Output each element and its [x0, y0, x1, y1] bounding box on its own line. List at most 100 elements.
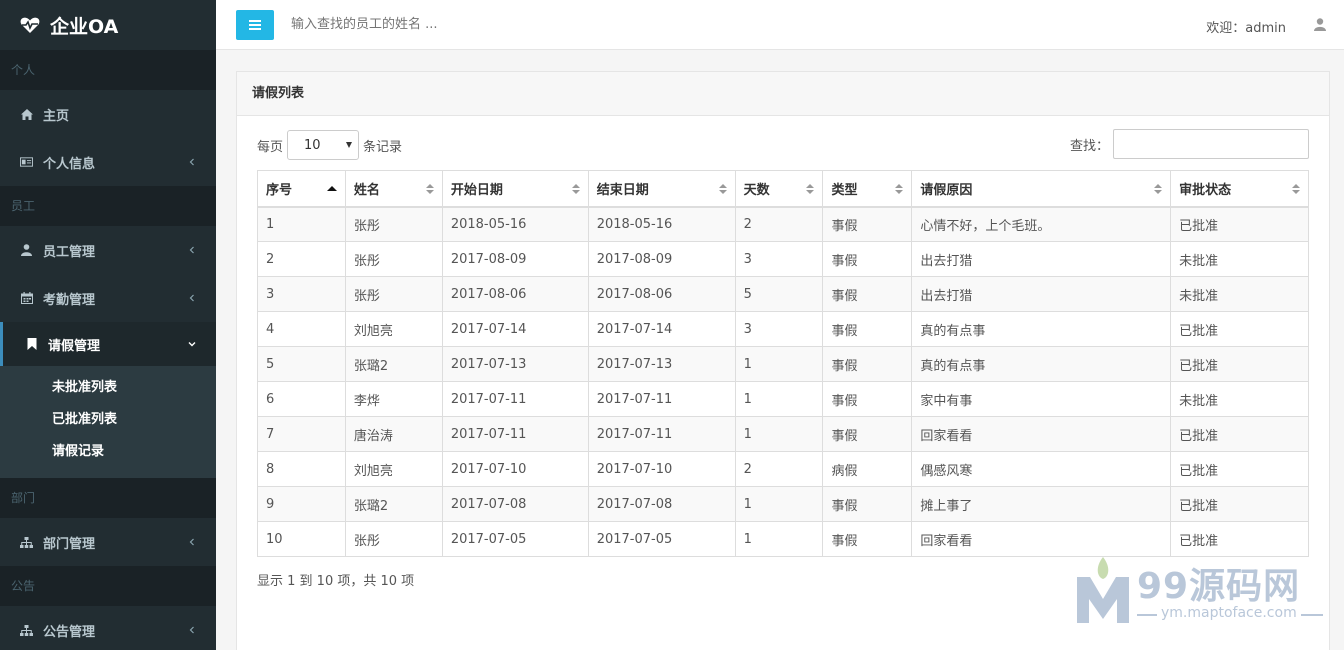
- sort-both-icon: [806, 184, 815, 194]
- employee-search-input[interactable]: [291, 9, 711, 40]
- leave-table: 序号 姓名 开始日期 结束日期 天数 类型 请假原因 审批状态 1 张彤 2018-05-16 20…: [257, 170, 1309, 557]
- table-cell: 家中有事: [911, 381, 1172, 417]
- table-cell: 事假: [822, 241, 913, 277]
- sidebar-item-profile[interactable]: 个人信息: [0, 138, 216, 186]
- table-row[interactable]: 8 刘旭亮 2017-07-10 2017-07-10 2 病假 偶感风寒 已批准: [257, 451, 1309, 487]
- sitemap-icon: [20, 624, 33, 637]
- column-header-label: 天数: [743, 182, 770, 198]
- table-cell: 2017-07-10: [441, 451, 589, 487]
- table-cell: 已批准: [1170, 451, 1309, 487]
- column-header-label: 序号: [266, 182, 293, 198]
- sidebar-item-home[interactable]: 主页: [0, 90, 216, 138]
- sidebar-item-departments[interactable]: 部门管理: [0, 518, 216, 566]
- table-cell: 10: [257, 521, 346, 557]
- column-header[interactable]: 请假原因: [911, 170, 1172, 208]
- sort-both-icon: [571, 184, 580, 194]
- caret-down-icon: [346, 142, 353, 148]
- chevron-left-icon: [189, 158, 194, 166]
- column-header-label: 类型: [831, 182, 858, 198]
- table-cell: 2017-07-14: [587, 311, 736, 347]
- perpage-prefix: 每页: [257, 139, 284, 155]
- watermark-logo: 99源码网 ym.maptoface.com: [1075, 555, 1325, 625]
- brand[interactable]: 企业OA: [0, 0, 216, 50]
- submenu-unapproved[interactable]: 未批准列表: [0, 372, 216, 404]
- table-cell: 6: [257, 381, 346, 417]
- column-header[interactable]: 天数: [734, 170, 824, 208]
- sidebar-item-label: 员工管理: [43, 244, 96, 260]
- table-row[interactable]: 10 张彤 2017-07-05 2017-07-05 1 事假 回家看看 已批准: [257, 521, 1309, 557]
- table-cell: 2017-07-05: [587, 521, 736, 557]
- table-cell: 事假: [822, 416, 913, 452]
- table-header-row: 序号 姓名 开始日期 结束日期 天数 类型 请假原因 审批状态: [257, 170, 1309, 208]
- top-header: 欢迎：admin: [216, 0, 1344, 50]
- column-header[interactable]: 结束日期: [587, 170, 736, 208]
- table-cell: 2017-08-06: [587, 276, 736, 312]
- table-row[interactable]: 1 张彤 2018-05-16 2018-05-16 2 事假 心情不好，上个毛班。 已批准: [257, 206, 1309, 242]
- table-cell: 2017-07-11: [441, 381, 589, 417]
- table-cell: 1: [734, 521, 824, 557]
- table-cell: 事假: [822, 381, 913, 417]
- submenu-leave-records[interactable]: 请假记录: [0, 436, 216, 468]
- calendar-icon: [20, 292, 33, 305]
- user-icon[interactable]: [1314, 18, 1326, 31]
- sidebar-item-leave[interactable]: 请假管理: [0, 322, 216, 366]
- column-header-label: 请假原因: [920, 182, 973, 198]
- page-length-select[interactable]: 10: [287, 130, 360, 160]
- table-cell: 张彤: [344, 241, 443, 277]
- sidebar: 企业OA 个人 主页 个人信息 员工 员工管理 考勤管理 请假管理 未批准列表 …: [0, 0, 216, 650]
- table-cell: 4: [257, 311, 346, 347]
- table-cell: 张彤: [344, 276, 443, 312]
- page-length-value: 10: [304, 137, 321, 153]
- submenu-approved[interactable]: 已批准列表: [0, 404, 216, 436]
- column-header[interactable]: 类型: [822, 170, 913, 208]
- sidebar-toggle-button[interactable]: [236, 9, 274, 40]
- sidebar-item-attendance[interactable]: 考勤管理: [0, 274, 216, 322]
- column-header-label: 开始日期: [450, 182, 503, 198]
- table-cell: 9: [257, 486, 346, 522]
- column-header-label: 审批状态: [1179, 182, 1232, 198]
- table-cell: 唐治涛: [344, 416, 443, 452]
- table-cell: 已批准: [1170, 311, 1309, 347]
- table-cell: 3: [257, 276, 346, 312]
- table-cell: 摊上事了: [911, 486, 1172, 522]
- table-row[interactable]: 5 张璐2 2017-07-13 2017-07-13 1 事假 真的有点事 已批准: [257, 346, 1309, 382]
- heartbeat-icon: [20, 17, 40, 33]
- sidebar-item-notices[interactable]: 公告管理: [0, 606, 216, 650]
- table-row[interactable]: 9 张璐2 2017-07-08 2017-07-08 1 事假 摊上事了 已批准: [257, 486, 1309, 522]
- table-cell: 2017-08-09: [441, 241, 589, 277]
- table-cell: 张璐2: [344, 346, 443, 382]
- table-row[interactable]: 3 张彤 2017-08-06 2017-08-06 5 事假 出去打猎 未批准: [257, 276, 1309, 312]
- table-cell: 出去打猎: [911, 241, 1172, 277]
- sort-both-icon: [718, 184, 727, 194]
- perpage-suffix: 条记录: [363, 139, 403, 155]
- watermark-title: 99源码网: [1137, 566, 1301, 607]
- welcome-text: 欢迎：admin: [1206, 21, 1286, 36]
- watermark-m-logo: [1077, 557, 1129, 623]
- chevron-left-icon: [189, 294, 194, 302]
- table-cell: 5: [257, 346, 346, 382]
- column-header-label: 姓名: [353, 182, 380, 198]
- table-cell: 3: [734, 241, 824, 277]
- table-row[interactable]: 6 李烨 2017-07-11 2017-07-11 1 事假 家中有事 未批准: [257, 381, 1309, 417]
- table-cell: 2017-07-13: [587, 346, 736, 382]
- table-cell: 2: [257, 241, 346, 277]
- home-icon: [20, 108, 33, 121]
- watermark-line-right: [1301, 614, 1323, 616]
- table-cell: 7: [257, 416, 346, 452]
- chevron-left-icon: [189, 538, 194, 546]
- table-cell: 3: [734, 311, 824, 347]
- table-row[interactable]: 2 张彤 2017-08-09 2017-08-09 3 事假 出去打猎 未批准: [257, 241, 1309, 277]
- column-header[interactable]: 姓名: [344, 170, 443, 208]
- table-cell: 5: [734, 276, 824, 312]
- table-cell: 2017-07-10: [587, 451, 736, 487]
- table-row[interactable]: 4 刘旭亮 2017-07-14 2017-07-14 3 事假 真的有点事 已批准: [257, 311, 1309, 347]
- table-cell: 病假: [822, 451, 913, 487]
- column-header[interactable]: 序号: [257, 170, 346, 208]
- column-header[interactable]: 开始日期: [441, 170, 589, 208]
- table-search-input[interactable]: [1113, 129, 1309, 159]
- table-body: 1 张彤 2018-05-16 2018-05-16 2 事假 心情不好，上个毛班。 已批准 2…: [257, 206, 1309, 557]
- table-row[interactable]: 7 唐治涛 2017-07-11 2017-07-11 1 事假 回家看看 已批准: [257, 416, 1309, 452]
- column-header[interactable]: 审批状态: [1170, 170, 1309, 208]
- sidebar-item-employees[interactable]: 员工管理: [0, 226, 216, 274]
- table-cell: 2017-07-11: [587, 416, 736, 452]
